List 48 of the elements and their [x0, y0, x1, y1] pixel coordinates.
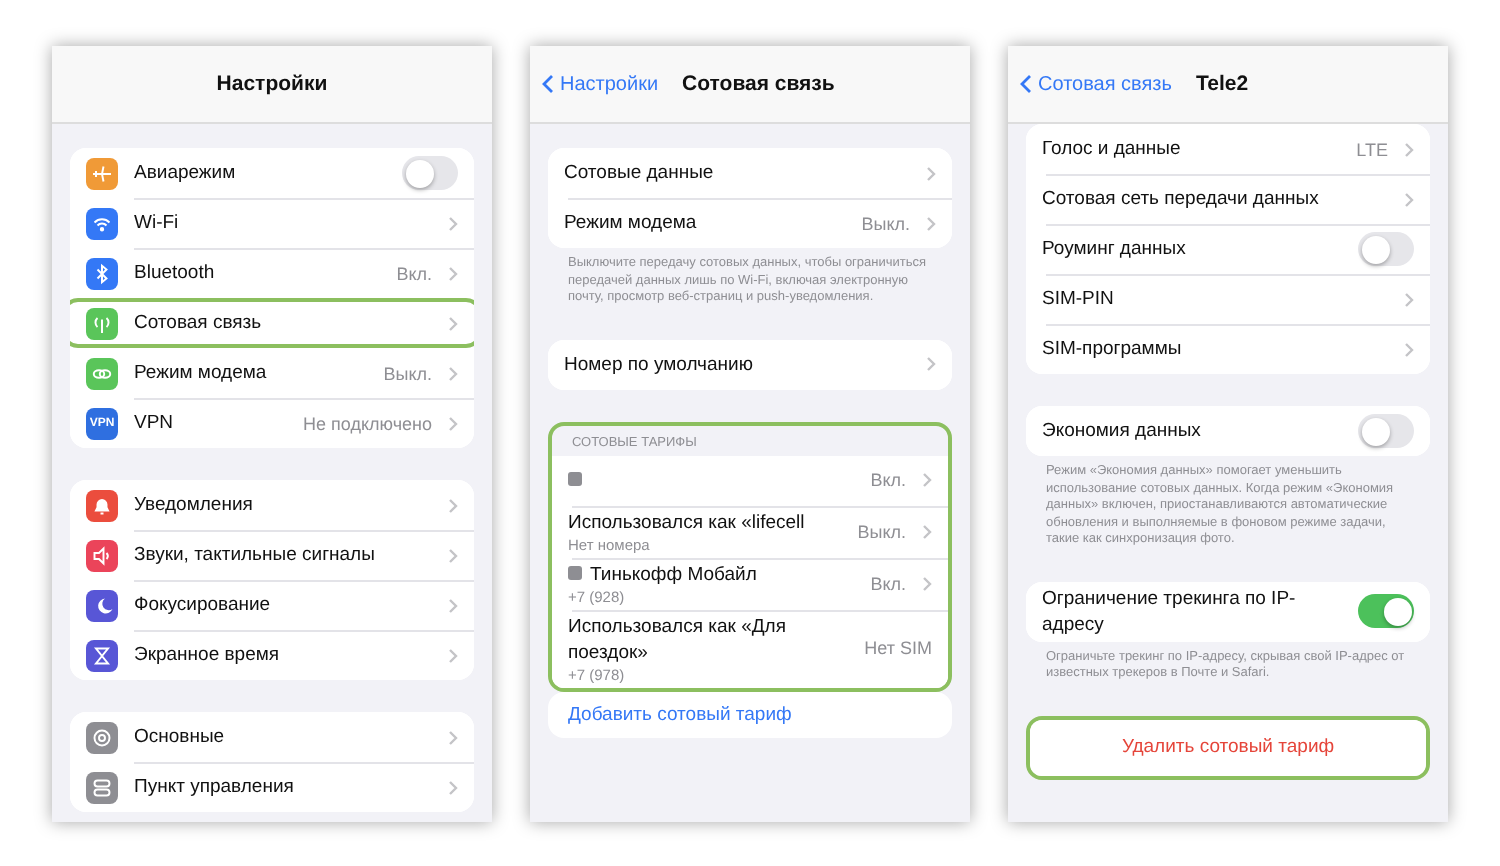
row-label: Режим модема	[564, 210, 699, 236]
row-label: Использовался как «lifecell	[568, 509, 807, 535]
row-label: Звуки, тактильные сигналы	[134, 542, 377, 568]
row-value: Выкл.	[383, 363, 432, 383]
row-value: Вкл.	[870, 470, 906, 490]
highlighted-settings-row[interactable]: Сотовая связь	[70, 298, 474, 348]
row-value: Выкл.	[861, 213, 910, 233]
row-label: VPN	[134, 410, 176, 436]
toggle-switch[interactable]	[1358, 414, 1414, 448]
row-label: Уведомления	[134, 492, 255, 518]
row-label: Номер по умолчанию	[564, 351, 755, 377]
row-label: Wi-Fi	[134, 210, 181, 236]
row-label: Использовался как «Для поездок»	[568, 613, 788, 665]
row-label: Голос и данные	[1042, 136, 1183, 162]
row-label: Сотовые данные	[564, 160, 716, 186]
screen-title: Настройки	[216, 72, 328, 96]
back-icon[interactable]	[1020, 74, 1032, 94]
row-label: Сотовая связь	[134, 310, 264, 336]
row-label: Основные	[134, 724, 227, 750]
row-label: Режим модема	[134, 360, 269, 386]
screen-title: Tele2	[1195, 72, 1249, 96]
row-value: Вкл.	[870, 573, 906, 593]
row-label: Пункт управления	[134, 774, 296, 800]
screen-title: Сотовая связь	[682, 72, 835, 96]
row-value: Вкл.	[396, 263, 432, 283]
back-link[interactable]: Настройки	[542, 73, 659, 95]
row-label: Экономия данных	[1042, 418, 1203, 444]
row-label: Экранное время	[134, 642, 282, 668]
row-value: LTE	[1356, 139, 1388, 159]
row-label: Bluetooth	[134, 260, 217, 286]
toggle-switch[interactable]	[1358, 232, 1414, 266]
row-label: Сотовая сеть передачи данных	[1042, 186, 1321, 212]
row-label: Авиарежим	[134, 160, 238, 186]
toggle-switch[interactable]	[402, 156, 458, 190]
row-label: Тинькофф Мобайл	[568, 561, 855, 587]
add-plan-link[interactable]: Добавить сотовый тариф	[548, 691, 952, 737]
row-label: Роуминг данных	[1042, 236, 1188, 262]
back-link[interactable]: Сотовая связь	[1020, 73, 1172, 95]
row-value: Выкл.	[857, 521, 906, 541]
row-label: Ограничение трекинга по IP-адресу	[1042, 585, 1298, 637]
row-label: Фокусирование	[134, 592, 273, 618]
delete-plan-button[interactable]: Удалить сотовый тариф	[1030, 719, 1426, 775]
row-label: SIM-PIN	[1042, 286, 1116, 312]
back-icon[interactable]	[542, 74, 554, 94]
row-label: SIM-программы	[1042, 336, 1184, 362]
row-value: Не подключено	[303, 413, 432, 433]
toggle-switch[interactable]	[1358, 594, 1414, 628]
row-value: Нет SIM	[864, 638, 932, 658]
